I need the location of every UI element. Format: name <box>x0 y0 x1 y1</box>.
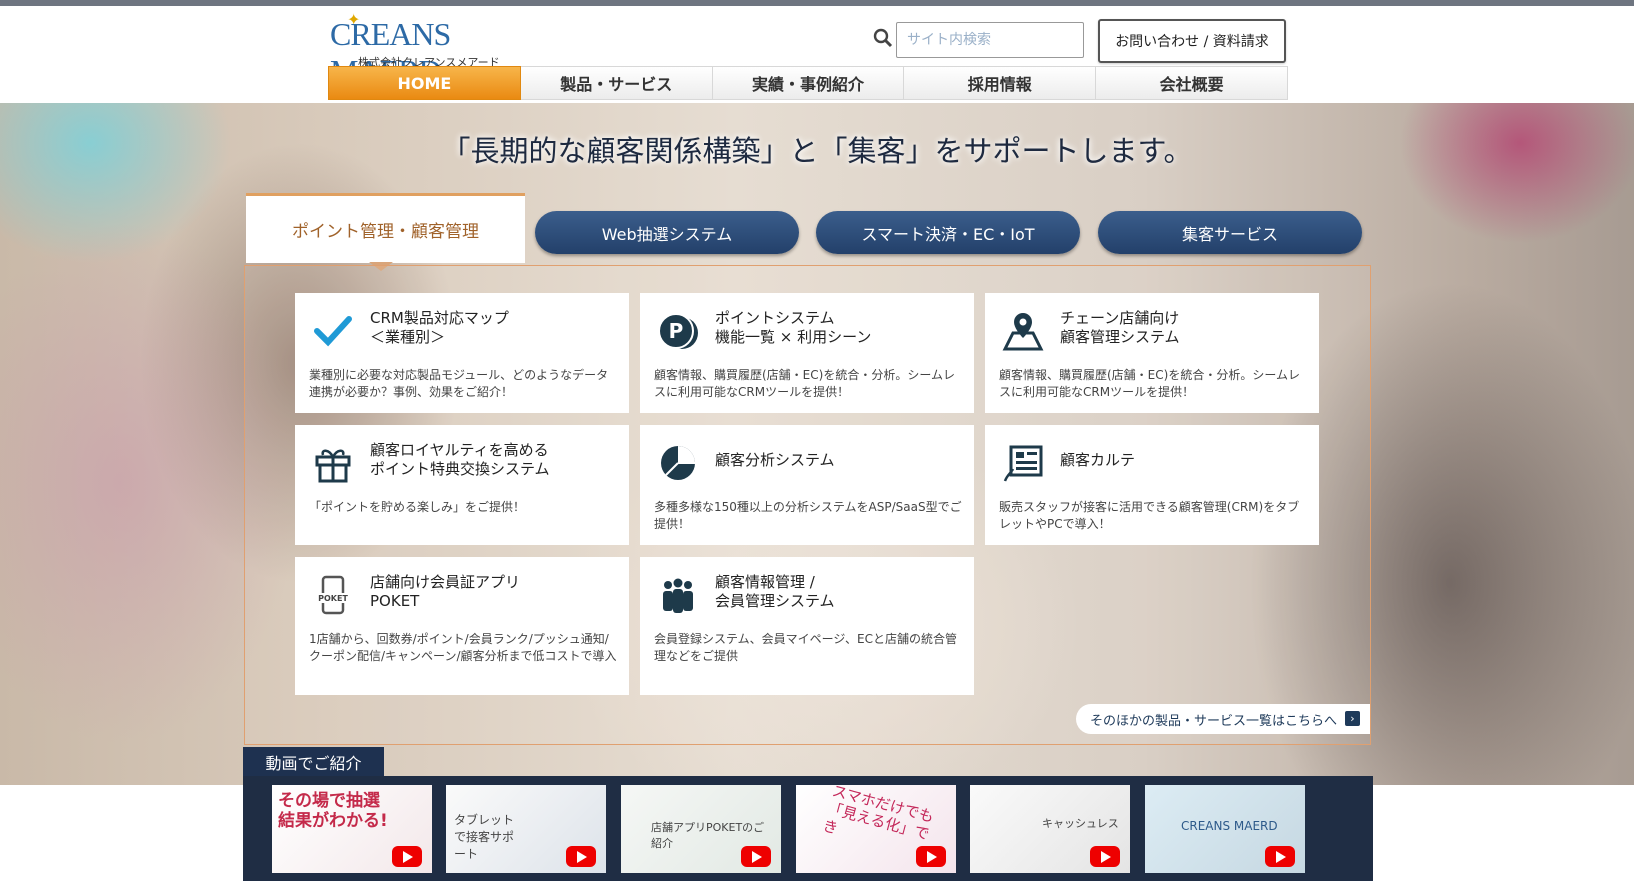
search-input[interactable] <box>896 22 1084 58</box>
card-desc: 販売スタッフが接客に活用できる顧客管理(CRM)をタブレットやPCで導入！ <box>999 500 1300 531</box>
point-coin-icon: P <box>658 313 698 349</box>
tab-marketing[interactable]: 集客サービス <box>1098 211 1362 254</box>
card-point-system[interactable]: P ポイントシステム 機能一覧 × 利用シーン 顧客情報、購買履歴(店舗・EC)… <box>640 293 974 413</box>
tab-smart-payment[interactable]: スマート決済・EC・IoT <box>816 211 1080 254</box>
video-thumb-poket[interactable]: 店舗アプリPOKETのご紹介 <box>621 785 781 873</box>
tab-web-lottery[interactable]: Web抽選システム <box>535 211 799 254</box>
more-products-link[interactable]: そのほかの製品・サービス一覧はこちらへ › <box>1076 704 1370 734</box>
nav-home[interactable]: HOME <box>328 66 521 100</box>
card-chain-store[interactable]: チェーン店舗向け 顧客管理システム 顧客情報、購買履歴(店舗・EC)を統合・分析… <box>985 293 1319 413</box>
video-thumb-text: その場で抽選結果がわかる! <box>278 791 388 831</box>
card-title: 顧客ロイヤルティを高める ポイント特典交換システム <box>370 441 550 478</box>
play-icon <box>392 846 422 867</box>
card-desc: 顧客情報、購買履歴(店舗・EC)を統合・分析。シームレスに利用可能なCRMツール… <box>654 368 955 399</box>
card-poket-app[interactable]: POKET 店舗向け会員証アプリ POKET 1店舗から、回数券/ポイント/会員… <box>295 557 629 695</box>
play-icon <box>566 846 596 867</box>
people-icon <box>663 578 693 613</box>
video-strip: その場で抽選結果がわかる! タブレットで接客サポート 店舗アプリPOKETのご紹… <box>243 776 1373 881</box>
card-member-management[interactable]: 顧客情報管理 / 会員管理システム 会員登録システム、会員マイページ、ECと店舗… <box>640 557 974 695</box>
card-title: 顧客情報管理 / 会員管理システム <box>715 573 835 610</box>
card-desc: 「ポイントを貯める楽しみ」をご提供！ <box>309 500 526 514</box>
card-customer-karte[interactable]: 顧客カルテ 販売スタッフが接客に活用できる顧客管理(CRM)をタブレットやPCで… <box>985 425 1319 545</box>
video-thumb-cashless[interactable]: キャッシュレス <box>970 785 1130 873</box>
check-icon <box>314 316 352 347</box>
nav-products[interactable]: 製品・サービス <box>520 66 713 100</box>
svg-text:P: P <box>669 319 684 343</box>
chevron-right-icon: › <box>1345 711 1360 726</box>
video-thumb-tablet[interactable]: タブレットで接客サポート <box>446 785 606 873</box>
play-icon <box>1265 846 1295 867</box>
company-logo[interactable]: ✦ CREANS MAERD 株式会社クレアンスメアード <box>330 10 530 89</box>
card-desc: 会員登録システム、会員マイページ、ECと店舗の統合管理などをご提供 <box>654 632 958 663</box>
card-crm-map[interactable]: CRM製品対応マップ ＜業種別＞ 業種別に必要な対応製品モジュール、どのようなデ… <box>295 293 629 413</box>
card-title: ポイントシステム 機能一覧 × 利用シーン <box>715 309 872 346</box>
video-thumb-company[interactable]: CREANS MAERD <box>1145 785 1305 873</box>
hero-title: 「長期的な顧客関係構築」と「集客」をサポートします。 <box>441 134 1193 168</box>
tablet-icon <box>1003 445 1043 482</box>
video-thumb-text: キャッシュレス <box>1042 817 1119 830</box>
play-icon <box>741 846 771 867</box>
card-title: 店舗向け会員証アプリ POKET <box>370 573 521 610</box>
search-icon[interactable] <box>873 28 893 48</box>
nav-recruit[interactable]: 採用情報 <box>904 66 1097 100</box>
video-section-label: 動画でご紹介 <box>243 747 384 776</box>
main-nav: HOME 製品・サービス 実績・事例紹介 採用情報 会社概要 <box>328 66 1288 103</box>
poket-app-icon: POKET <box>317 575 349 615</box>
card-title: チェーン店舗向け 顧客管理システム <box>1060 309 1180 346</box>
gift-icon <box>315 449 351 483</box>
nav-company[interactable]: 会社概要 <box>1096 66 1288 100</box>
card-loyalty-exchange[interactable]: 顧客ロイヤルティを高める ポイント特典交換システム 「ポイントを貯める楽しみ」を… <box>295 425 629 545</box>
map-pin-icon <box>1002 313 1044 351</box>
pie-chart-icon <box>661 446 695 480</box>
contact-button[interactable]: お問い合わせ / 資料請求 <box>1098 19 1286 63</box>
card-title: 顧客カルテ <box>1060 451 1136 469</box>
video-thumb-text: タブレットで接客サポート <box>454 813 515 861</box>
tab-panel: CRM製品対応マップ ＜業種別＞ 業種別に必要な対応製品モジュール、どのようなデ… <box>244 265 1371 745</box>
nav-cases[interactable]: 実績・事例紹介 <box>712 66 905 100</box>
play-icon <box>916 846 946 867</box>
card-customer-analysis[interactable]: 顧客分析システム 多種多様な150種以上の分析システムをASP/SaaS型でご提… <box>640 425 974 545</box>
card-title: CRM製品対応マップ ＜業種別＞ <box>370 309 509 346</box>
video-thumb-text: CREANS MAERD <box>1181 819 1278 833</box>
card-desc: 1店舗から、回数券/ポイント/会員ランク/プッシュ通知/クーポン配信/キャンペー… <box>309 632 617 663</box>
card-title: 顧客分析システム <box>715 451 835 469</box>
card-desc: 業種別に必要な対応製品モジュール、どのようなデータ連携が必要か？事例、効果をご紹… <box>309 368 609 399</box>
card-desc: 多種多様な150種以上の分析システムをASP/SaaS型でご提供！ <box>654 500 962 531</box>
card-desc: 顧客情報、購買履歴(店舗・EC)を統合・分析。シームレスに利用可能なCRMツール… <box>999 368 1300 399</box>
tab-point-crm[interactable]: ポイント管理・顧客管理 <box>246 193 525 263</box>
more-products-label: そのほかの製品・サービス一覧はこちらへ <box>1090 713 1338 729</box>
play-icon <box>1090 846 1120 867</box>
video-thumb-web-lottery[interactable]: その場で抽選結果がわかる! <box>272 785 432 873</box>
video-thumb-visualize[interactable]: スマホだけでも「見える化」でき <box>796 785 956 873</box>
svg-text:POKET: POKET <box>318 594 348 603</box>
